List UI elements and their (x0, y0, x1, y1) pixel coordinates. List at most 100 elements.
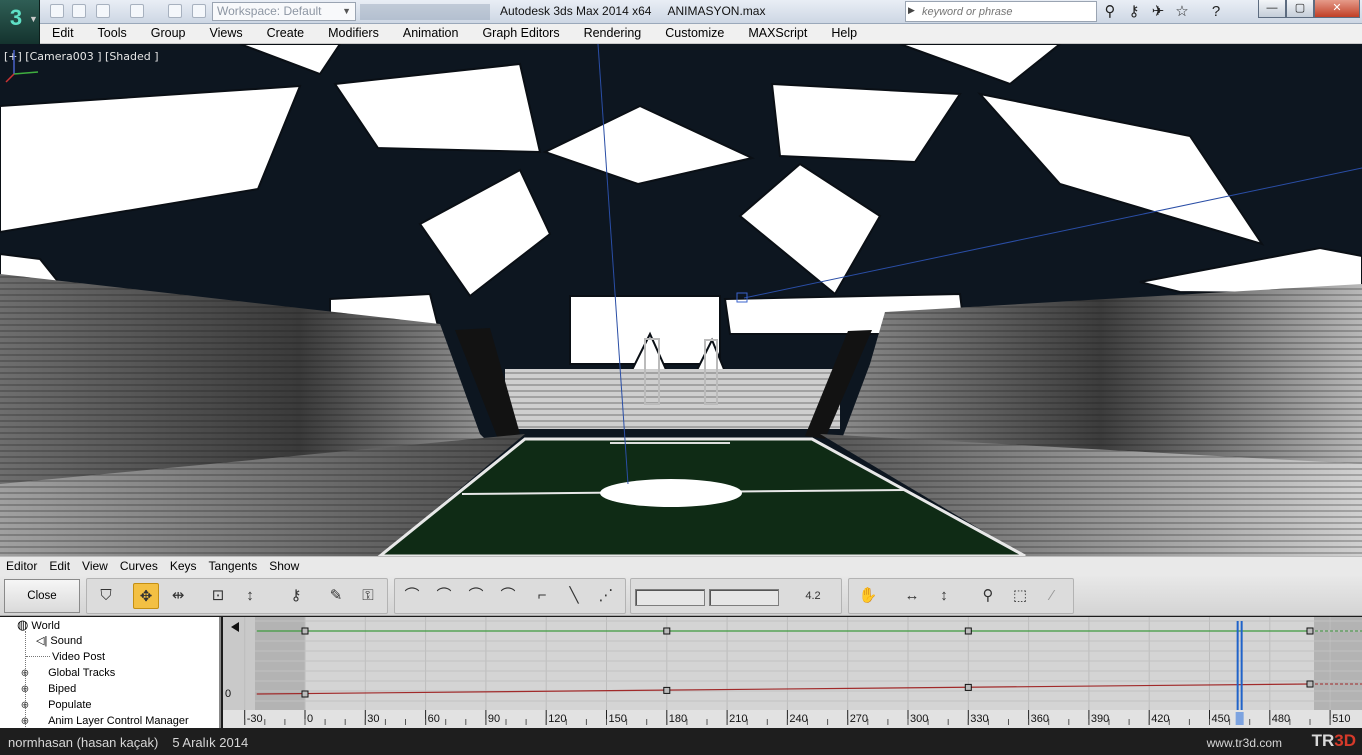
frame-horizontal-icon[interactable]: ↔ (899, 583, 925, 609)
ce-menu-curves[interactable]: Curves (114, 557, 164, 576)
close-button[interactable]: Close (4, 579, 80, 613)
new-file-icon[interactable] (50, 4, 64, 18)
maximize-button[interactable]: ▢ (1286, 0, 1314, 18)
tree-item-biped[interactable]: ⊕ Biped (20, 681, 76, 697)
scale-keys-icon[interactable]: ⊡ (205, 583, 231, 609)
minimize-button[interactable]: — (1258, 0, 1286, 18)
project-folder-icon[interactable] (168, 4, 182, 18)
keyframe-red[interactable] (964, 683, 972, 691)
ruler-label: 480 (1272, 713, 1290, 725)
menu-create[interactable]: Create (255, 24, 317, 43)
lock-selection-icon[interactable]: 4.2 (793, 583, 833, 609)
ruler-label: 390 (1091, 713, 1109, 725)
isolate-curve-icon[interactable]: ⁄ (1039, 583, 1065, 609)
ce-menu-view[interactable]: View (76, 557, 114, 576)
expand-arrow-icon[interactable]: ▶ (908, 5, 915, 16)
search-input[interactable] (922, 3, 1092, 20)
ce-menu-tangents[interactable]: Tangents (203, 557, 264, 576)
frame-field[interactable] (635, 589, 705, 606)
favorites-icon[interactable]: ☆ (1172, 2, 1192, 22)
keyframe-green[interactable] (1306, 627, 1314, 635)
filter-icon[interactable]: ⛉ (93, 583, 119, 609)
time-slider-handle[interactable] (1235, 712, 1244, 725)
keyframe-red[interactable] (1306, 680, 1314, 688)
binoculars-icon[interactable]: ⚲ (1100, 2, 1120, 22)
main-menu-bar: Edit Tools Group Views Create Modifiers … (40, 24, 1362, 44)
menu-edit[interactable]: Edit (40, 24, 86, 43)
scale-values-icon[interactable]: ↕ (237, 583, 263, 609)
ce-menu-edit[interactable]: Edit (43, 557, 76, 576)
hidden-tab-text (360, 4, 490, 20)
tree-item-anim-layer-control-manager[interactable]: ⊕ Anim Layer Control Manager (20, 713, 189, 728)
open-file-icon[interactable] (72, 4, 86, 18)
menu-modifiers[interactable]: Modifiers (316, 24, 391, 43)
value-field[interactable] (709, 589, 779, 606)
search-box[interactable]: ▶ (905, 1, 1097, 22)
menu-customize[interactable]: Customize (653, 24, 736, 43)
ce-menu-editor[interactable]: Editor (0, 557, 43, 576)
frame-value-icon[interactable]: ↕ (931, 583, 957, 609)
key-tools-group: ⛉ ✥ ⇹ ⊡ ↕ ⚷ ✎ ⚿ (86, 578, 388, 614)
menu-animation[interactable]: Animation (391, 24, 471, 43)
app-menu-button[interactable]: 3 ▼ (0, 0, 40, 44)
keyframe-red[interactable] (663, 686, 671, 694)
tree-item-world[interactable]: ◍ World (17, 617, 60, 633)
move-keys-icon[interactable]: ✥ (133, 583, 159, 609)
pan-icon[interactable]: ✋ (855, 583, 881, 609)
help-icon[interactable]: ? (1206, 2, 1226, 22)
close-window-button[interactable]: ✕ (1314, 0, 1360, 18)
controller-window[interactable]: ◍ World ◁| Sound Video Post ⊕ Global Tra… (0, 617, 221, 728)
subscription-icon[interactable]: ⚷ (1124, 2, 1144, 22)
curve-graph[interactable]: 0 -30 0 30 60 90 120 150 180 210 240 270 300 330 360 3… (223, 617, 1362, 728)
menu-rendering[interactable]: Rendering (572, 24, 654, 43)
ce-menu-keys[interactable]: Keys (164, 557, 203, 576)
ruler-label: 120 (548, 713, 566, 725)
auto-tangent-icon[interactable]: ⌒ (399, 583, 425, 609)
ce-menu-show[interactable]: Show (263, 557, 305, 576)
expand-icon[interactable]: ⊕ (20, 701, 30, 711)
zoom-icon[interactable]: ⚲ (975, 583, 1001, 609)
menu-maxscript[interactable]: MAXScript (736, 24, 819, 43)
add-keys-icon[interactable]: ⚷ (283, 583, 309, 609)
keyframe-green[interactable] (301, 627, 309, 635)
expand-icon[interactable]: ⊕ (20, 685, 30, 695)
keyframe-red[interactable] (301, 690, 309, 698)
curve-graph-canvas[interactable]: 0 -30 0 30 60 90 120 150 180 210 240 270 300 330 360 3… (223, 617, 1362, 728)
fast-tangent-icon[interactable]: ⌒ (463, 583, 489, 609)
menu-group[interactable]: Group (139, 24, 198, 43)
redo-icon[interactable] (130, 4, 144, 18)
slide-keys-icon[interactable]: ⇹ (165, 583, 191, 609)
workspace-dropdown[interactable]: Workspace: Default ▼ (212, 2, 356, 21)
smooth-tangent-icon[interactable]: ⋰ (593, 583, 619, 609)
tree-item-populate[interactable]: ⊕ Populate (20, 697, 92, 713)
expand-icon[interactable]: ⊕ (20, 669, 30, 679)
menu-graph-editors[interactable]: Graph Editors (470, 24, 571, 43)
ruler-label: -30 (247, 713, 263, 725)
tree-item-global-tracks[interactable]: ⊕ Global Tracks (20, 665, 116, 681)
keyframe-green[interactable] (964, 627, 972, 635)
zoom-region-icon[interactable]: ⬚ (1007, 583, 1033, 609)
tree-item-sound[interactable]: ◁| Sound (36, 633, 82, 649)
value-axis-label: 0 (225, 688, 231, 700)
menu-tools[interactable]: Tools (86, 24, 139, 43)
keyframe-green[interactable] (663, 627, 671, 635)
workspace-label: Workspace: Default (217, 4, 322, 18)
tree-item-video-post[interactable]: Video Post (52, 649, 105, 665)
author-info: normhasan (hasan kaçak) 5 Aralık 2014 (8, 735, 248, 750)
set-project-icon[interactable] (192, 4, 206, 18)
slow-tangent-icon[interactable]: ⌒ (495, 583, 521, 609)
linear-tangent-icon[interactable]: ╲ (561, 583, 587, 609)
author-name: normhasan (hasan kaçak) (8, 735, 159, 750)
custom-tangent-icon[interactable]: ⌒ (431, 583, 457, 609)
ruler-label: 510 (1332, 713, 1350, 725)
menu-views[interactable]: Views (197, 24, 254, 43)
expand-icon[interactable]: ⊕ (20, 717, 30, 727)
camera-viewport[interactable]: [+] [Camera003 ] [Shaded ] (0, 44, 1362, 556)
ruler-label: 0 (307, 713, 313, 725)
draw-curves-icon[interactable]: ✎ (323, 583, 349, 609)
communication-icon[interactable]: ✈ (1148, 2, 1168, 22)
undo-icon[interactable] (96, 4, 110, 18)
step-tangent-icon[interactable]: ⌐ (529, 583, 555, 609)
menu-help[interactable]: Help (819, 24, 869, 43)
reduce-keys-icon[interactable]: ⚿ (355, 583, 381, 609)
